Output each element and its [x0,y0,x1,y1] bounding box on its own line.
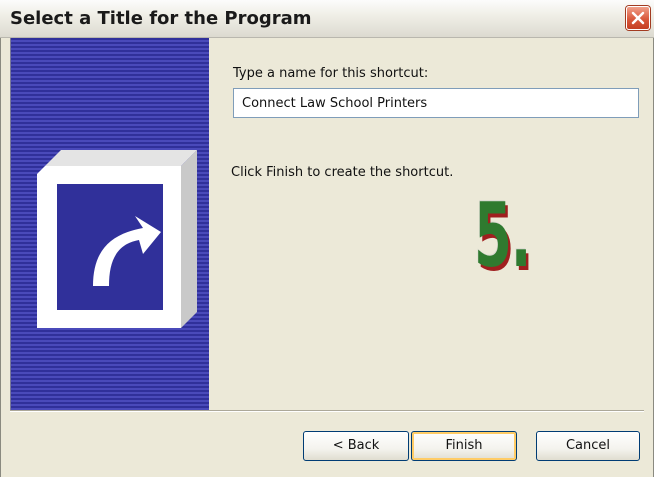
title-bar[interactable]: Select a Title for the Program [0,0,654,38]
shortcut-name-input[interactable] [233,88,639,118]
finish-button[interactable]: Finish [411,431,517,461]
step-number-annotation: 5. [474,184,531,287]
back-button[interactable]: < Back [303,431,409,461]
close-button[interactable] [626,6,650,30]
footer-separator [10,410,644,412]
window-border-left [0,38,1,477]
finish-instruction-text: Click Finish to create the shortcut. [231,165,454,180]
wizard-window: Select a Title for the Program Type a na… [0,0,654,477]
wizard-banner [10,38,209,410]
shortcut-name-label: Type a name for this shortcut: [233,66,429,81]
cancel-button[interactable]: Cancel [536,431,640,461]
window-title: Select a Title for the Program [10,8,312,29]
